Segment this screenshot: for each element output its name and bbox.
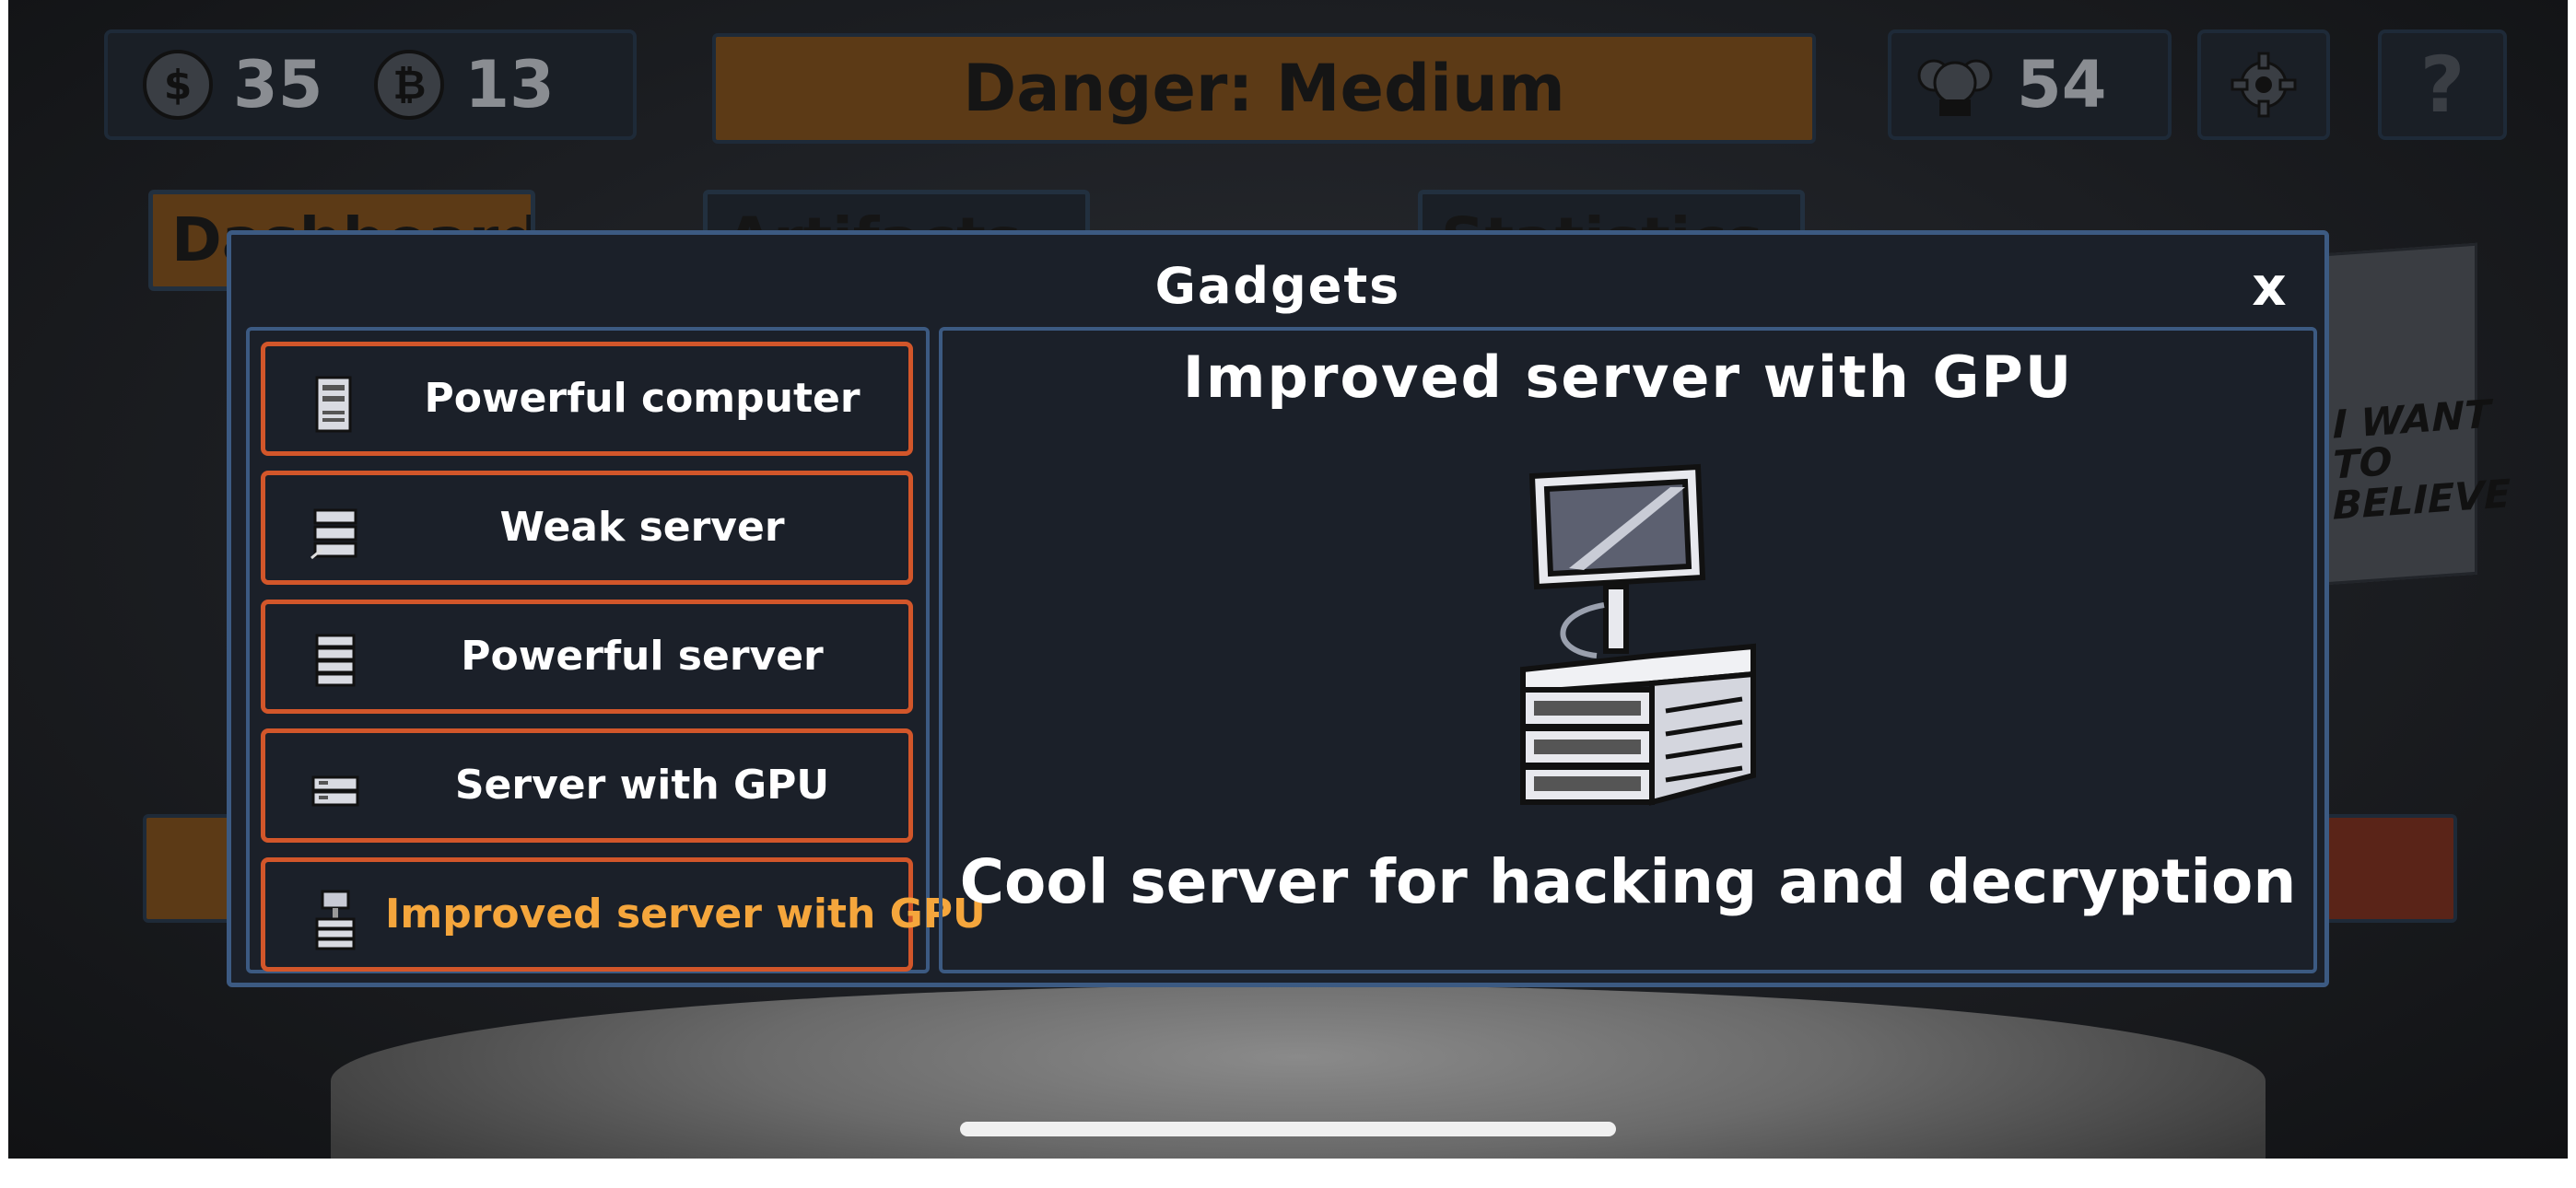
gadget-item-weak-server[interactable]: Weak server xyxy=(261,471,913,585)
gadget-detail-description: Cool server for hacking and decryption xyxy=(959,846,2297,917)
hacker-group-icon xyxy=(1917,59,1993,116)
weak-server-icon xyxy=(310,508,357,560)
close-button[interactable]: x xyxy=(2242,255,2297,318)
settings-button[interactable] xyxy=(2197,29,2330,140)
gadget-detail-panel: Improved server with GPU Cool server for… xyxy=(939,327,2317,973)
currency-panel: $ 35 ₿ 13 xyxy=(104,29,637,140)
money-count: 35 xyxy=(233,47,323,122)
gadget-item-improved-server-with-gpu[interactable]: Improved server with GPU xyxy=(261,857,986,972)
wall-poster: I WANT TO BELIEVE xyxy=(2312,242,2511,587)
gadget-item-label: Powerful computer xyxy=(424,375,861,422)
gadgets-modal: Gadgets x Powerful computer Weak server xyxy=(227,230,2329,987)
computer-tower-icon xyxy=(315,376,352,433)
gadget-item-server-with-gpu[interactable]: Server with GPU xyxy=(261,728,913,843)
gadget-item-label: Server with GPU xyxy=(454,762,830,809)
improved-gpu-server-icon xyxy=(315,890,356,950)
gadget-item-label: Weak server xyxy=(499,504,785,551)
followers-panel: 54 xyxy=(1888,29,2172,140)
gadget-detail-title: Improved server with GPU xyxy=(1182,344,2074,411)
followers-count: 54 xyxy=(2017,47,2107,122)
gadget-list: Powerful computer Weak server Powerful s… xyxy=(246,327,986,973)
gear-icon xyxy=(2231,52,2297,118)
server-rack-icon xyxy=(315,634,356,687)
gadget-item-powerful-server[interactable]: Powerful server xyxy=(261,600,913,714)
gadget-item-label: Powerful server xyxy=(461,633,824,680)
modal-title: Gadgets xyxy=(1154,257,1401,315)
gpu-server-icon xyxy=(311,775,359,807)
bitcoin-count: 13 xyxy=(464,47,555,122)
gadget-item-label: Improved server with GPU xyxy=(385,891,986,938)
background-button-right xyxy=(2321,814,2457,923)
danger-level-bar: Danger: Medium xyxy=(712,33,1816,144)
gadget-item-powerful-computer[interactable]: Powerful computer xyxy=(261,342,913,456)
improved-gpu-server-illustration xyxy=(1520,463,1756,806)
dollar-coin-icon: $ xyxy=(143,50,213,120)
help-button[interactable]: ? xyxy=(2378,29,2507,140)
home-indicator[interactable] xyxy=(960,1122,1616,1136)
question-mark-icon: ? xyxy=(2419,40,2465,130)
bitcoin-coin-icon: ₿ xyxy=(374,50,445,120)
